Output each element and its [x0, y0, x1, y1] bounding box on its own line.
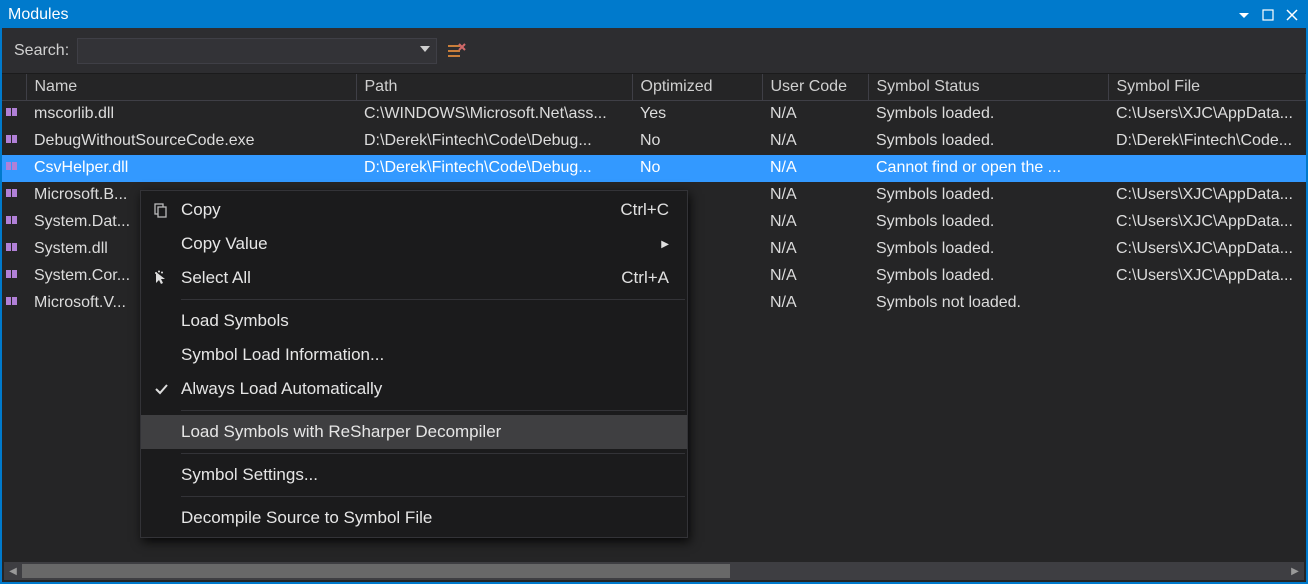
scroll-right-button[interactable]: ▶ [1286, 562, 1304, 580]
menu-shortcut: Ctrl+C [620, 200, 669, 220]
cell-user-code: N/A [762, 290, 868, 317]
table-row[interactable]: DebugWithoutSourceCode.exeD:\Derek\Finte… [2, 128, 1306, 155]
context-menu: Copy Ctrl+C Copy Value▶ Select All Ctrl+A Loa… [140, 190, 688, 538]
search-label: Search: [14, 42, 69, 60]
window-title: Modules [8, 6, 68, 24]
menu-item[interactable]: Decompile Source to Symbol File [141, 501, 687, 535]
menu-item[interactable]: Load Symbols [141, 304, 687, 338]
menu-item[interactable]: Select All Ctrl+A [141, 261, 687, 295]
cell-symbol-file: D:\Derek\Fintech\Code... [1108, 128, 1306, 155]
cell-optimized: Yes [632, 101, 762, 128]
cell-name: mscorlib.dll [26, 101, 356, 128]
titlebar: Modules [2, 2, 1306, 28]
window-menu-icon[interactable] [1236, 7, 1252, 23]
cell-symbol-file: C:\Users\XJC\AppData... [1108, 236, 1306, 263]
cell-optimized: No [632, 155, 762, 182]
window-controls [1236, 7, 1300, 23]
cell-symbol-status: Symbols loaded. [868, 101, 1108, 128]
menu-label: Copy [181, 200, 596, 220]
menu-label: Select All [181, 268, 597, 288]
horizontal-scrollbar[interactable]: ◀ ▶ [4, 562, 1304, 580]
submenu-arrow-icon: ▶ [661, 239, 669, 250]
cell-name: DebugWithoutSourceCode.exe [26, 128, 356, 155]
menu-separator [181, 410, 685, 411]
menu-item[interactable]: Always Load Automatically [141, 372, 687, 406]
col-user-code[interactable]: User Code [762, 74, 868, 101]
menu-label: Symbol Load Information... [181, 345, 669, 365]
cell-symbol-status: Symbols loaded. [868, 209, 1108, 236]
check-icon [141, 381, 181, 397]
col-symbol-file[interactable]: Symbol File [1108, 74, 1306, 101]
menu-item[interactable]: Copy Ctrl+C [141, 193, 687, 227]
close-button[interactable] [1284, 7, 1300, 23]
menu-item[interactable]: Symbol Settings... [141, 458, 687, 492]
cell-name: CsvHelper.dll [26, 155, 356, 182]
module-icon [6, 240, 22, 258]
menu-label: Always Load Automatically [181, 379, 669, 399]
table-row[interactable]: mscorlib.dllC:\WINDOWS\Microsoft.Net\ass… [2, 101, 1306, 128]
cell-user-code: N/A [762, 263, 868, 290]
modules-window: Modules Search: [0, 0, 1308, 584]
menu-item[interactable]: Load Symbols with ReSharper Decompiler [141, 415, 687, 449]
menu-separator [181, 299, 685, 300]
cell-user-code: N/A [762, 182, 868, 209]
cell-user-code: N/A [762, 155, 868, 182]
cell-symbol-status: Symbols loaded. [868, 128, 1108, 155]
col-path[interactable]: Path [356, 74, 632, 101]
clear-search-button[interactable] [445, 39, 469, 63]
menu-separator [181, 496, 685, 497]
module-icon [6, 213, 22, 231]
menu-item[interactable]: Symbol Load Information... [141, 338, 687, 372]
module-icon [6, 159, 22, 177]
table-row[interactable]: CsvHelper.dllD:\Derek\Fintech\Code\Debug… [2, 155, 1306, 182]
cell-symbol-file: C:\Users\XJC\AppData... [1108, 182, 1306, 209]
cell-symbol-file [1108, 155, 1306, 182]
col-name[interactable]: Name [26, 74, 356, 101]
col-optimized[interactable]: Optimized [632, 74, 762, 101]
module-icon [6, 267, 22, 285]
cell-symbol-status: Cannot find or open the ... [868, 155, 1108, 182]
menu-label: Load Symbols [181, 311, 669, 331]
col-symbol-status[interactable]: Symbol Status [868, 74, 1108, 101]
cell-optimized: No [632, 128, 762, 155]
search-input[interactable] [77, 38, 437, 64]
menu-label: Symbol Settings... [181, 465, 669, 485]
cell-path: C:\WINDOWS\Microsoft.Net\ass... [356, 101, 632, 128]
module-icon [6, 294, 22, 312]
scroll-thumb[interactable] [22, 564, 730, 578]
cursor-icon [141, 270, 181, 286]
scroll-track[interactable] [22, 562, 1286, 580]
menu-shortcut: Ctrl+A [621, 268, 669, 288]
cell-user-code: N/A [762, 236, 868, 263]
cell-symbol-file: C:\Users\XJC\AppData... [1108, 209, 1306, 236]
cell-symbol-file: C:\Users\XJC\AppData... [1108, 263, 1306, 290]
module-icon [6, 105, 22, 123]
menu-label: Decompile Source to Symbol File [181, 508, 669, 528]
cell-symbol-file [1108, 290, 1306, 317]
chevron-down-icon[interactable] [420, 45, 430, 56]
cell-symbol-status: Symbols loaded. [868, 236, 1108, 263]
cell-user-code: N/A [762, 128, 868, 155]
module-icon [6, 186, 22, 204]
cell-symbol-file: C:\Users\XJC\AppData... [1108, 101, 1306, 128]
cell-path: D:\Derek\Fintech\Code\Debug... [356, 128, 632, 155]
toolbar: Search: [2, 28, 1306, 74]
menu-separator [181, 453, 685, 454]
cell-symbol-status: Symbols not loaded. [868, 290, 1108, 317]
cell-path: D:\Derek\Fintech\Code\Debug... [356, 155, 632, 182]
cell-symbol-status: Symbols loaded. [868, 182, 1108, 209]
scroll-left-button[interactable]: ◀ [4, 562, 22, 580]
cell-symbol-status: Symbols loaded. [868, 263, 1108, 290]
maximize-button[interactable] [1260, 7, 1276, 23]
table-header-row: Name Path Optimized User Code Symbol Sta… [2, 74, 1306, 101]
menu-item[interactable]: Copy Value▶ [141, 227, 687, 261]
cell-user-code: N/A [762, 209, 868, 236]
cell-user-code: N/A [762, 101, 868, 128]
module-icon [6, 132, 22, 150]
menu-label: Load Symbols with ReSharper Decompiler [181, 422, 669, 442]
menu-label: Copy Value [181, 234, 661, 254]
copy-icon [141, 202, 181, 218]
